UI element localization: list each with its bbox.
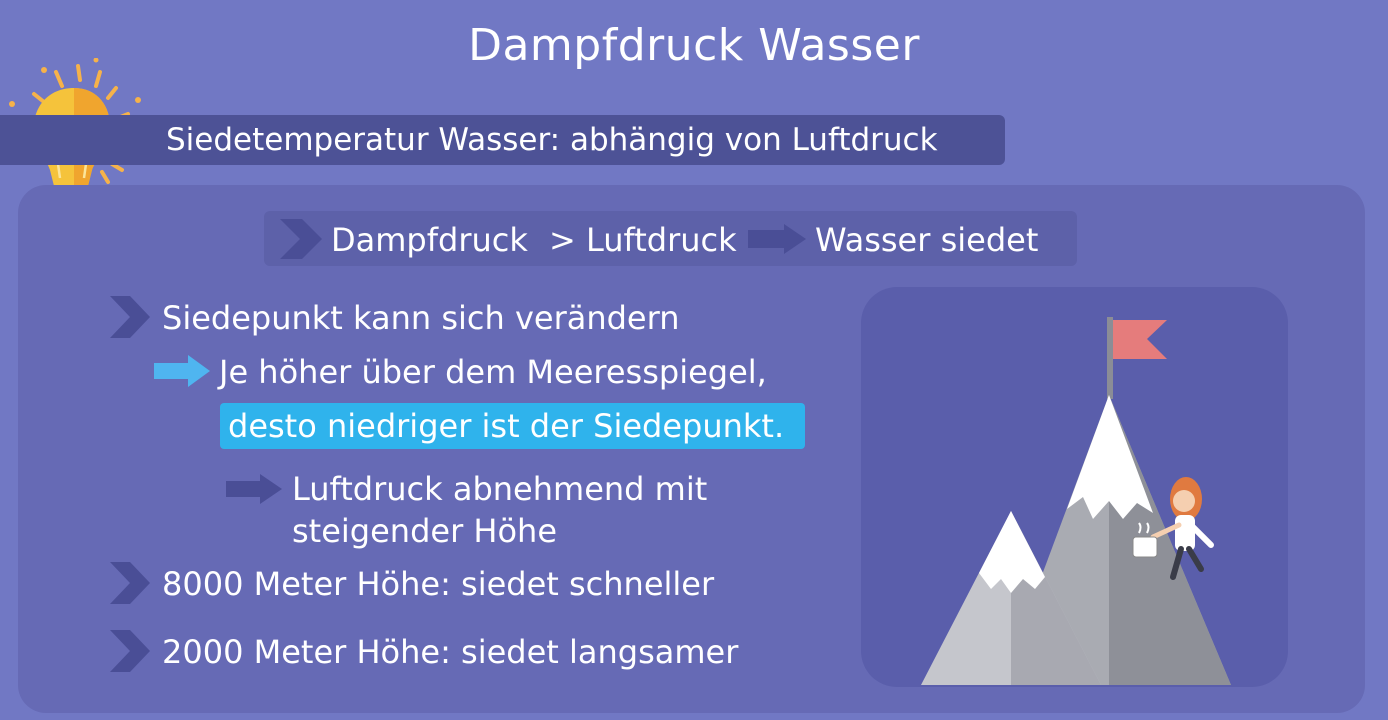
mountain-illustration: [921, 317, 1231, 685]
bullet-8000m: 8000 Meter Höhe: siedet schneller: [162, 565, 715, 603]
sub-point-line1: Je höher über dem Meeresspiegel,: [219, 353, 767, 391]
rule-air-pressure: > Luftdruck: [549, 221, 737, 259]
sub-point-line2-highlighted: desto niedriger ist der Siedepunkt.: [228, 407, 785, 445]
flag-icon: [1113, 320, 1167, 359]
rule-result: Wasser siedet: [815, 221, 1039, 259]
rule-vapor-pressure: Dampfdruck: [331, 221, 528, 259]
arrow-right-icon: [748, 224, 806, 254]
bullet-boiling-point: Siedepunkt kann sich verändern: [162, 299, 680, 337]
air-pressure-line1: Luftdruck abnehmend mit: [292, 470, 708, 508]
chevron-right-icon: [110, 296, 150, 338]
chevron-right-icon: [280, 219, 322, 259]
chevron-right-icon: [110, 630, 150, 672]
arrow-right-icon: [226, 474, 282, 504]
air-pressure-line2: steigender Höhe: [292, 512, 558, 550]
chevron-right-icon: [110, 562, 150, 604]
page-title: Dampfdruck Wasser: [468, 20, 920, 71]
arrow-right-icon: [154, 355, 210, 387]
flag-pole: [1107, 317, 1113, 399]
bullet-2000m: 2000 Meter Höhe: siedet langsamer: [162, 633, 739, 671]
topic-text: Siedetemperatur Wasser: abhängig von Luf…: [166, 122, 938, 158]
